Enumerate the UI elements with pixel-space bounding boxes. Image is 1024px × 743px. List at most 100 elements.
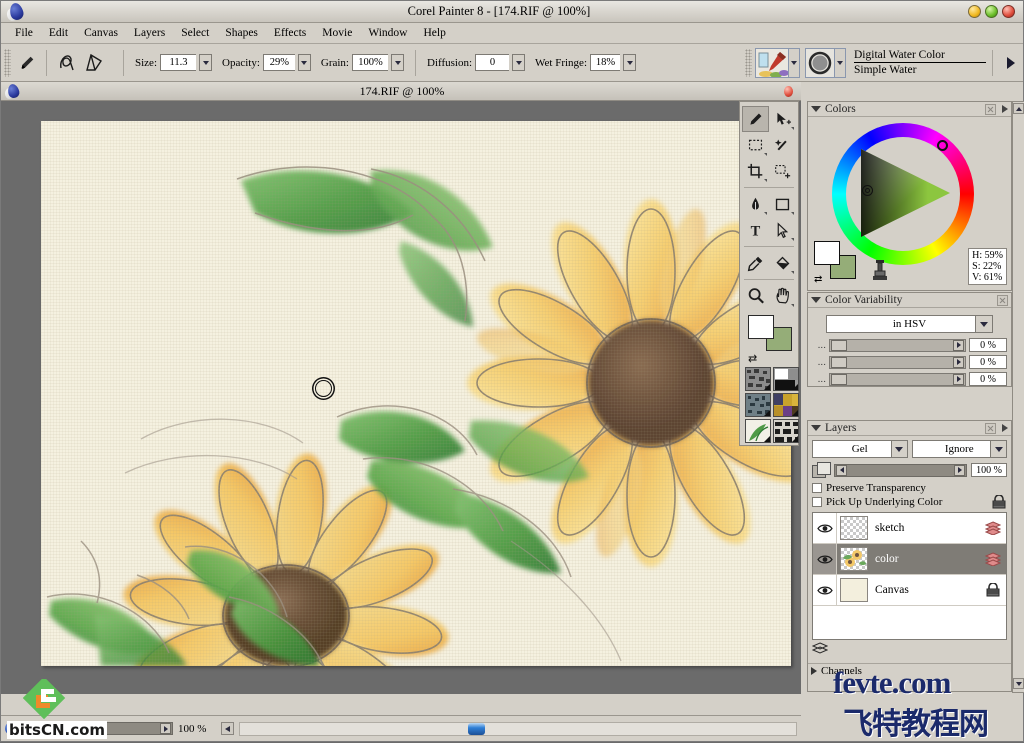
palette-scrollbar[interactable] [1012,101,1024,693]
tool-paint-bucket[interactable] [769,250,796,276]
size-input[interactable]: 11.3 [160,54,196,71]
nozzle-selector[interactable] [745,419,771,443]
close-button[interactable] [1002,5,1015,18]
slider-end-button[interactable] [953,373,964,385]
expand-palette-arrow[interactable] [1004,56,1018,69]
collapse-triangle-icon[interactable] [811,106,821,112]
tool-brush[interactable] [742,106,770,132]
sv-marker-icon[interactable] [862,185,873,196]
slider-knob[interactable] [831,339,847,351]
gradient-selector[interactable] [773,367,799,391]
hue-marker-icon[interactable] [937,140,948,151]
layer-opacity-value[interactable]: 100 % [971,463,1007,477]
scroll-down-button[interactable] [1013,678,1024,689]
color-variability-mode-select[interactable]: in HSV [826,315,993,333]
variability-h-slider[interactable] [829,338,966,352]
slider-end-button[interactable] [953,339,964,351]
tool-crop[interactable] [742,158,769,184]
layer-thumbnail[interactable] [840,578,868,602]
colors-palette-menu-icon[interactable] [1002,105,1008,113]
menu-movie[interactable]: Movie [314,25,360,41]
artwork-canvas[interactable] [41,121,791,666]
colors-palette-close-icon[interactable] [985,103,996,115]
colors-palette-header[interactable]: Colors [808,102,1011,117]
pattern-selector[interactable] [745,393,771,417]
table-row[interactable]: Canvas [813,575,1006,606]
layer-visibility-toggle[interactable] [813,575,837,605]
layers-palette-header[interactable]: Layers [808,421,1011,436]
brush-variant-swatch[interactable] [805,47,835,78]
tool-rectangular-shape[interactable] [769,191,796,217]
table-row[interactable]: sketch [813,513,1006,544]
menu-shapes[interactable]: Shapes [217,25,266,41]
brush-category-swatch[interactable] [755,47,789,78]
layer-name[interactable]: sketch [875,522,904,534]
brush-category-dropdown[interactable] [789,47,800,78]
collapse-triangle-icon[interactable] [811,425,821,431]
slider-left-button[interactable] [836,464,847,476]
pick-up-underlying-color-checkbox[interactable] [812,497,822,507]
paper-selector[interactable] [745,367,771,391]
layers-palette-menu-icon[interactable] [1002,424,1008,432]
color-swatches[interactable]: ⇄ [746,313,794,365]
table-row[interactable]: color [813,544,1006,575]
tool-dropper[interactable] [742,250,769,276]
weave-selector[interactable] [773,393,799,417]
pick-up-underlying-color-row[interactable]: Pick Up Underlying Color [812,494,1007,509]
preserve-transparency-checkbox[interactable] [812,483,822,493]
tool-shape-selection[interactable] [769,217,796,243]
layer-name[interactable]: color [875,553,899,565]
brush-selector-grip[interactable] [745,48,752,77]
front-color-swatch[interactable] [748,315,774,339]
composite-depth-select[interactable]: Ignore [911,440,1007,458]
chevron-down-icon[interactable] [990,441,1006,457]
menu-canvas[interactable]: Canvas [76,25,126,41]
layer-name[interactable]: Canvas [875,584,909,596]
grain-input[interactable]: 100% [352,54,388,71]
chevron-down-icon[interactable] [975,316,992,332]
layer-thumbnail[interactable] [840,516,868,540]
wet-fringe-dropdown-button[interactable] [623,54,636,71]
diffusion-dropdown-button[interactable] [512,54,526,71]
tool-layer-adjuster[interactable] [769,106,796,132]
preserve-transparency-row[interactable]: Preserve Transparency [812,481,1007,495]
tool-rectangular-selection[interactable] [742,132,769,158]
menu-select[interactable]: Select [173,25,217,41]
opacity-dropdown-button[interactable] [297,54,311,71]
brush-variant-dropdown[interactable] [835,47,846,78]
expand-triangle-icon[interactable] [811,667,817,675]
layer-thumbnail[interactable] [840,547,868,571]
zoom-slider-end-button[interactable] [160,723,171,734]
zoom-button[interactable] [985,5,998,18]
size-dropdown-button[interactable] [199,54,212,71]
opacity-input[interactable]: 29% [262,54,295,71]
layer-visibility-toggle[interactable] [813,513,837,543]
collapse-triangle-icon[interactable] [811,297,821,303]
stroke-preview[interactable] [53,50,117,76]
diffusion-input[interactable]: 0 [475,54,510,71]
layer-visibility-toggle[interactable] [813,544,837,574]
clone-color-icon[interactable] [870,259,890,281]
lock-icon[interactable] [991,494,1007,509]
document-close-button[interactable] [779,84,797,98]
layers-palette-close-icon[interactable] [985,422,996,434]
slider-right-button[interactable] [954,464,965,476]
color-wheel-area[interactable]: ⇄ H: 59% S: 22% V: 61% [808,117,1011,289]
color-variability-header[interactable]: Color Variability [808,293,1011,308]
variability-s-value[interactable]: 0 % [969,355,1007,369]
swap-colors-icon[interactable]: ⇄ [748,352,757,365]
main-color-swatch[interactable] [814,241,840,265]
grain-dropdown-button[interactable] [391,54,404,71]
color-variability-close-icon[interactable] [997,294,1008,306]
swap-colors-icon[interactable]: ⇄ [814,274,822,285]
menu-layers[interactable]: Layers [126,25,173,41]
tool-selection-adjuster[interactable] [769,158,796,184]
menu-file[interactable]: File [7,25,41,41]
scroll-up-button[interactable] [1013,103,1024,114]
menu-effects[interactable]: Effects [266,25,314,41]
variability-h-value[interactable]: 0 % [969,338,1007,352]
new-layer-icon[interactable] [811,642,829,659]
chevron-down-icon[interactable] [890,441,907,457]
slider-knob[interactable] [831,373,847,385]
slider-end-button[interactable] [953,356,964,368]
